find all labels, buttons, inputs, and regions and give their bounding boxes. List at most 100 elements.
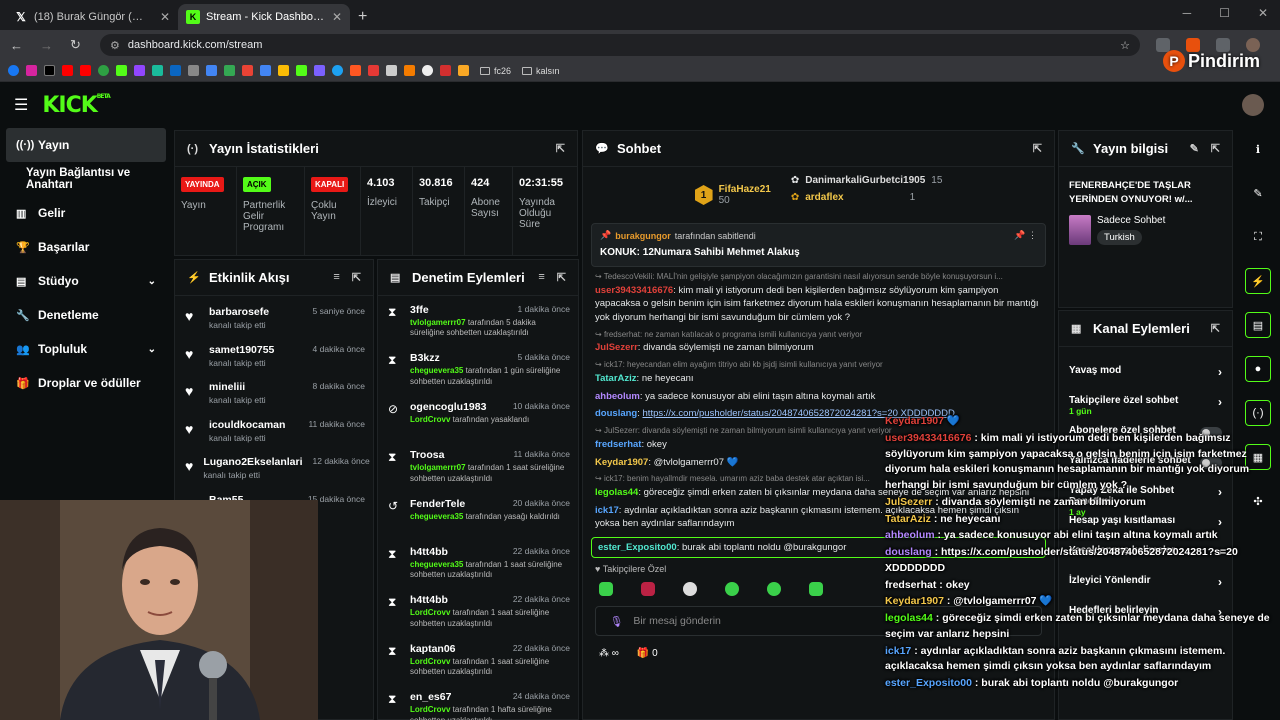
moderated-user[interactable]: Troosa [410, 449, 444, 461]
bookmark-icon[interactable] [458, 65, 469, 76]
close-window-icon[interactable]: ✕ [1258, 6, 1268, 20]
emote-icon[interactable] [725, 582, 739, 597]
bookmark-docs-icon[interactable] [260, 65, 271, 76]
popout-icon[interactable]: ⇱ [1211, 322, 1220, 335]
top-supporter[interactable]: ✿ DanimarkaliGurbetci1905 15 [791, 175, 943, 186]
bookmark-facebook-icon[interactable] [8, 65, 19, 76]
sidebar-item-droplar[interactable]: 🎁 Droplar ve ödüller [0, 366, 172, 400]
viewers-icon[interactable]: ⁂ ∞ [599, 648, 619, 659]
sidebar-item-topluluk[interactable]: 👥 Topluluk ⌄ [0, 332, 172, 366]
emote-icon[interactable] [641, 582, 655, 597]
moderated-user[interactable]: h4tt4bb [410, 546, 448, 558]
sidebar-item-basarilar[interactable]: 🏆 Başarılar [0, 230, 172, 264]
list-item[interactable]: ⧗ h4tt4bb 22 dakika önce LordCrovv tarafınd… [378, 586, 578, 634]
emote-icon[interactable] [599, 582, 613, 597]
filter-icon[interactable]: ≡ [333, 271, 339, 284]
bookmark-gmail-icon[interactable] [242, 65, 253, 76]
activity-user[interactable]: samet190755 [209, 344, 274, 356]
moderator-name[interactable]: cheguevera35 [410, 512, 463, 521]
moderator-name[interactable]: tvlolgamerrr07 [410, 463, 466, 472]
popout-icon[interactable]: ⇱ [556, 142, 565, 155]
pin-icon[interactable]: 📌 ⋮ [1014, 230, 1037, 241]
moderator-name[interactable]: tvlolgamerrr07 [410, 318, 466, 327]
sidebar-item-yayin[interactable]: ((·)) Yayın [6, 128, 166, 162]
chat-username[interactable]: user39433416676 [595, 285, 673, 296]
chat-icon[interactable]: ● [1245, 356, 1271, 382]
sidebar-item-stream-key[interactable]: Yayın Bağlantısı ve Anahtarı [0, 162, 172, 196]
bookmark-twitch-icon[interactable] [134, 65, 145, 76]
sidebar-item-denetleme[interactable]: 🔧 Denetleme [0, 298, 172, 332]
bookmark-x-icon[interactable] [44, 65, 55, 76]
forward-icon[interactable]: → [40, 38, 54, 53]
chat-username[interactable]: legolas44 [595, 487, 638, 498]
browser-tab-x[interactable]: 𝕏 (18) Burak Güngör (@gungorbu ✕ [6, 4, 178, 30]
bookmark-youtube-icon[interactable] [62, 65, 73, 76]
list-item[interactable]: ↺ FenderTele 20 dakika önce cheguevera35 ta… [378, 490, 578, 538]
emote-icon[interactable] [809, 582, 823, 597]
chat-username[interactable]: ester_Exposito00 [598, 542, 677, 553]
bookmark-icon[interactable] [296, 65, 307, 76]
list-item[interactable]: ♥ samet190755 kanalı takip etti 4 dakika ön… [175, 334, 373, 372]
emote-icon[interactable] [767, 582, 781, 597]
chat-username[interactable]: JulSezerr [595, 342, 638, 353]
bookmark-youtube-icon[interactable] [80, 65, 91, 76]
moderated-user[interactable]: FenderTele [410, 498, 465, 510]
maximize-icon[interactable]: ☐ [1219, 6, 1230, 20]
url-bar[interactable]: ⚙ dashboard.kick.com/stream ☆ [100, 34, 1140, 56]
activity-user[interactable]: mineliii [209, 381, 266, 393]
moderator-name[interactable]: LordCrovv [410, 608, 450, 617]
emote-icon[interactable] [683, 582, 697, 597]
sidebar-item-gelir[interactable]: ▥ Gelir [0, 196, 172, 230]
bookmark-icon[interactable] [404, 65, 415, 76]
info-icon[interactable]: ℹ [1245, 136, 1271, 162]
bookmark-instagram-icon[interactable] [26, 65, 37, 76]
bookmark-icon[interactable] [314, 65, 325, 76]
gift-icon[interactable]: 🎁 0 [637, 648, 658, 659]
list-item[interactable]: ⧗ 3ffe 1 dakika önce tvlolgamerrr07 tarafın… [378, 296, 578, 344]
list-item[interactable]: ♥ Lugano2Ekselanlari kanalı takip etti 12 d… [175, 446, 373, 484]
bookmark-icon[interactable] [350, 65, 361, 76]
chat-username[interactable]: douslang [595, 408, 637, 419]
bookmark-folder-kalsin[interactable]: kalsın [522, 66, 560, 76]
back-icon[interactable]: ← [10, 38, 24, 53]
bookmark-kick-icon[interactable] [116, 65, 127, 76]
list-item[interactable]: ♥ mineliii kanalı takip etti 8 dakika önce [175, 371, 373, 409]
avatar[interactable] [1242, 94, 1264, 116]
menu-icon[interactable]: ☰ [14, 95, 28, 115]
list-item[interactable]: ⧗ kaptan06 22 dakika önce LordCrovv tarafın… [378, 635, 578, 683]
channel-action-item[interactable]: Yavaş mod › [1059, 365, 1232, 395]
moderated-user[interactable]: 3ffe [410, 304, 429, 316]
browser-tab-kick[interactable]: K Stream - Kick Dashboard ✕ [178, 4, 350, 30]
moderated-user[interactable]: ogencoglu1983 [410, 401, 486, 413]
activity-user[interactable]: Lugano2Ekselanlari [203, 456, 302, 468]
close-icon[interactable]: ✕ [160, 10, 170, 24]
minimize-icon[interactable]: ─ [1183, 6, 1192, 20]
bookmark-icon[interactable] [332, 65, 343, 76]
moderator-name[interactable]: LordCrovv [410, 705, 450, 714]
chat-username[interactable]: fredserhat [595, 439, 641, 450]
bookmark-icon[interactable] [152, 65, 163, 76]
chat-username[interactable]: ahbeolum [595, 391, 640, 402]
reload-icon[interactable]: ↻ [70, 37, 84, 53]
popout-icon[interactable]: ⇱ [352, 271, 361, 284]
bookmark-icon[interactable] [224, 65, 235, 76]
bookmark-icon[interactable] [206, 65, 217, 76]
activity-user[interactable]: icouldkocaman [209, 419, 285, 431]
list-item[interactable]: ⊘ ogencoglu1983 10 dakika önce LordCrovv ta… [378, 393, 578, 441]
chat-username[interactable]: Keydar1907 [595, 457, 648, 468]
moderator-name[interactable]: LordCrovv [410, 657, 450, 666]
pencil-icon[interactable]: ✎ [1245, 180, 1271, 206]
chat-username[interactable]: TatarAziz [595, 373, 637, 384]
moderator-name[interactable]: cheguevera35 [410, 366, 463, 375]
sidebar-item-studyo[interactable]: ▤ Stüdyo ⌄ [0, 264, 172, 298]
bookmark-icon[interactable] [422, 65, 433, 76]
bookmark-folder-fc26[interactable]: fc26 [480, 66, 511, 76]
new-tab-button[interactable]: + [358, 8, 367, 26]
close-icon[interactable]: ✕ [332, 10, 342, 24]
moderated-user[interactable]: en_es67 [410, 691, 451, 703]
bookmark-linkedin-icon[interactable] [170, 65, 181, 76]
moderated-user[interactable]: h4tt4bb [410, 594, 448, 606]
chat-username[interactable]: ick17 [595, 505, 619, 516]
list-item[interactable]: ⧗ Troosa 11 dakika önce tvlolgamerrr07 tara… [378, 441, 578, 489]
bookmark-icon[interactable] [368, 65, 379, 76]
